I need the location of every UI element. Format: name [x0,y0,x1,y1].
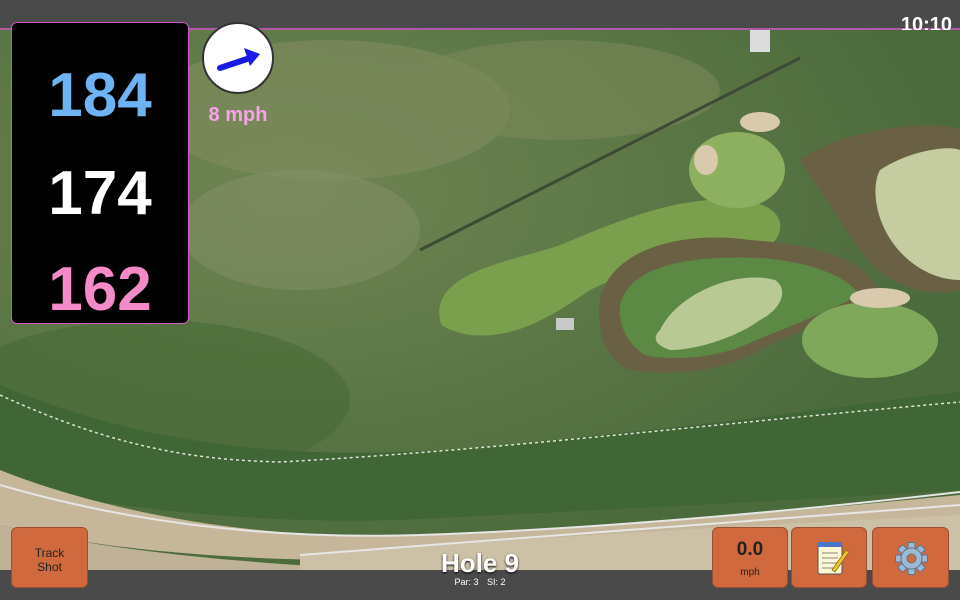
speed-button[interactable]: 0.0 mph [712,527,788,588]
wind-indicator [202,22,274,94]
par-label: Par: 3 [454,577,479,587]
stroke-index-label: SI: 2 [487,577,506,587]
gear-icon [895,542,928,575]
settings-button[interactable] [872,527,949,588]
back-distance: 184 [48,61,152,130]
speed-value: 0.0 [736,539,764,560]
notepad-icon [817,542,850,575]
speed-unit: mph [740,567,760,578]
hole-info: Par: 3 SI: 2 [380,577,580,587]
front-distance: 162 [48,255,152,324]
middle-distance: 174 [48,159,152,228]
wind-arrow-icon [217,48,260,71]
track-shot-label-line2: Shot [37,560,62,574]
hole-title: Hole 9 [440,548,520,578]
distance-panel: 184 174 162 [11,22,189,324]
track-shot-button[interactable]: Track Shot [11,527,88,588]
wind-speed-label: 8 mph [208,104,268,126]
track-shot-label-line1: Track [34,546,65,560]
notes-button[interactable] [791,527,867,588]
